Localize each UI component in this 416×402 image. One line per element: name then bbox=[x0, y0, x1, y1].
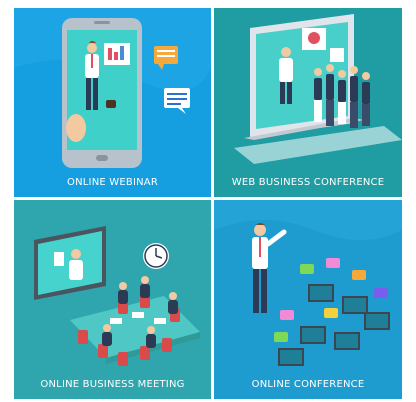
tile-web-business-conference[interactable]: WEB BUSINESS CONFERENCE bbox=[214, 8, 402, 197]
tile-caption: ONLINE CONFERENCE bbox=[251, 379, 365, 390]
tile-caption: ONLINE WEBINAR bbox=[67, 177, 158, 188]
meeting-illustration bbox=[34, 226, 200, 366]
tile-online-business-meeting[interactable]: ONLINE BUSINESS MEETING bbox=[14, 200, 211, 399]
tile-caption: ONLINE BUSINESS MEETING bbox=[40, 379, 185, 390]
tile-caption: WEB BUSINESS CONFERENCE bbox=[231, 177, 385, 188]
webinar-illustration bbox=[14, 8, 211, 168]
conference-illustration bbox=[234, 14, 402, 164]
online-conference-illustration bbox=[214, 200, 402, 366]
tile-online-webinar[interactable]: ONLINE WEBINAR bbox=[14, 8, 211, 197]
tile-online-conference[interactable]: ONLINE CONFERENCE bbox=[214, 200, 402, 399]
